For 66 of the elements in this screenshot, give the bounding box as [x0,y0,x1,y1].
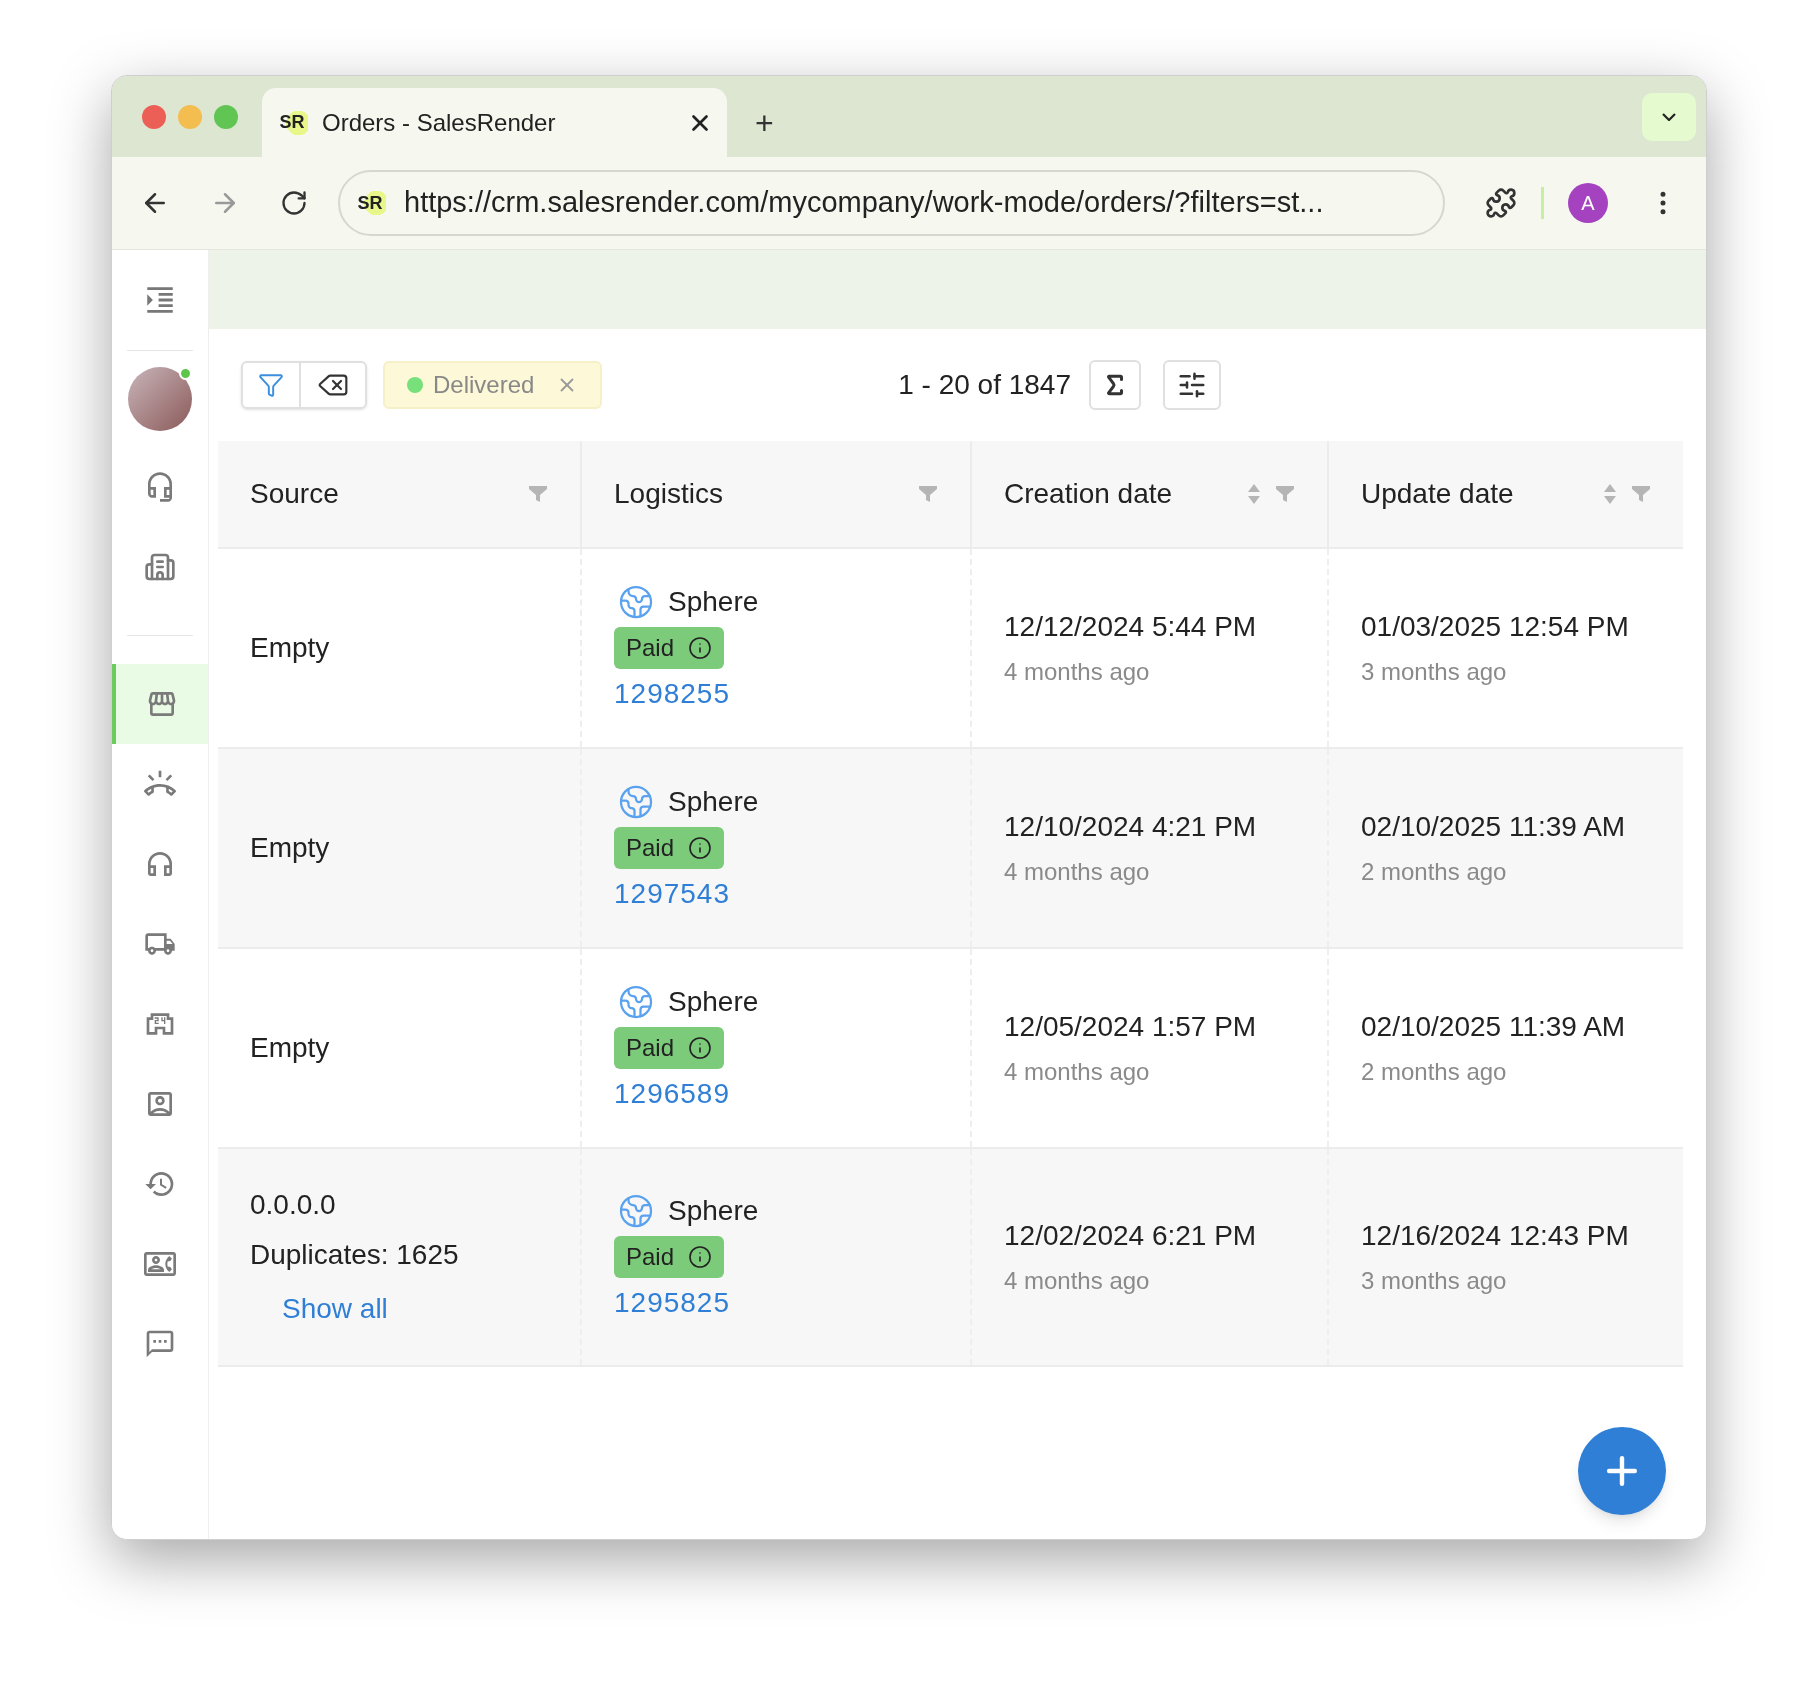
relative-time: 3 months ago [1361,657,1508,687]
carrier-name: Sphere [668,785,759,819]
relative-time: 4 months ago [1004,1057,1151,1087]
date-text: 12/05/2024 1:57 PM [1004,1010,1257,1044]
carrier-name: Sphere [668,985,759,1019]
chevron-down-icon [1662,112,1676,121]
extensions-icon[interactable] [1485,187,1517,219]
date-text: 12/12/2024 5:44 PM [1004,610,1257,644]
filter-chip[interactable]: Delivered [383,361,603,409]
profile-avatar[interactable]: A [1568,183,1608,223]
payment-status-badge: Paid [614,827,725,869]
tab-title: Orders - SalesRender [322,107,557,138]
address-field[interactable]: SR https://crm.salesrender.com/mycompany/work-mode/orders/?filters=st... [338,170,1445,236]
table-cell-text: Empty [250,1031,331,1065]
table-cell-text: Empty [250,831,331,865]
globe-icon [618,584,654,620]
tracking-number-link[interactable]: 1298255 [614,673,730,715]
payment-status-badge: Paid [614,627,725,669]
column-header: Logistics [614,477,724,511]
info-icon[interactable] [688,1036,713,1060]
payment-status-badge: Paid [614,1236,725,1278]
date-text: 12/10/2024 4:21 PM [1004,810,1257,844]
sum-button[interactable] [1089,360,1141,410]
new-tab-button[interactable]: + [727,88,802,157]
browser-tab[interactable]: SR Orders - SalesRender [262,88,727,157]
relative-time: 4 months ago [1004,1266,1151,1296]
building-icon [144,551,176,583]
filter-icon [258,372,284,398]
tracking-number-link[interactable]: 1295825 [614,1282,730,1324]
date-text: 02/10/2025 11:39 AM [1361,1010,1626,1044]
globe-icon [618,1193,654,1229]
relative-time: 4 months ago [1004,857,1151,887]
carrier-name: Sphere [668,1194,759,1228]
date-text: 01/03/2025 12:54 PM [1361,610,1629,644]
info-icon[interactable] [688,636,713,660]
columns-settings-button[interactable] [1163,360,1221,410]
reload-icon[interactable] [280,189,308,217]
column-header: Creation date [1004,477,1174,511]
filter-label: Delivered [433,370,535,400]
relative-time: 3 months ago [1361,1266,1508,1296]
url-text: https://crm.salesrender.com/mycompany/work-mode/orders/?filters=st... [404,185,1324,221]
tracking-number-link[interactable]: 1296589 [614,1073,730,1115]
info-icon[interactable] [688,1245,713,1269]
column-header: Source [250,477,340,511]
sidebar-item[interactable] [112,664,208,744]
payment-status-badge: Paid [614,1027,725,1069]
info-icon[interactable] [688,836,713,860]
carrier-name: Sphere [668,585,759,619]
relative-time: 2 months ago [1361,1057,1508,1087]
show-all-link[interactable]: Show all [250,1288,548,1330]
pagination-count: 1 - 20 of 1847 [898,368,1071,402]
date-text: 12/02/2024 6:21 PM [1004,1219,1257,1253]
user-avatar[interactable] [128,367,192,431]
date-text: 02/10/2025 11:39 AM [1361,810,1626,844]
globe-icon [618,984,654,1020]
date-text: 12/16/2024 12:43 PM [1361,1219,1629,1253]
table-cell-text: Duplicates: 1625 [250,1238,460,1272]
relative-time: 4 months ago [1004,657,1151,687]
column-header: Update date [1361,477,1515,511]
globe-icon [618,784,654,820]
relative-time: 2 months ago [1361,857,1508,887]
close-window-button[interactable] [142,104,166,129]
table-cell-text: 0.0.0.0 [250,1188,337,1222]
table-cell-text: Empty [250,631,331,665]
sliders-icon [1177,370,1207,400]
tracking-number-link[interactable]: 1297543 [614,873,730,915]
